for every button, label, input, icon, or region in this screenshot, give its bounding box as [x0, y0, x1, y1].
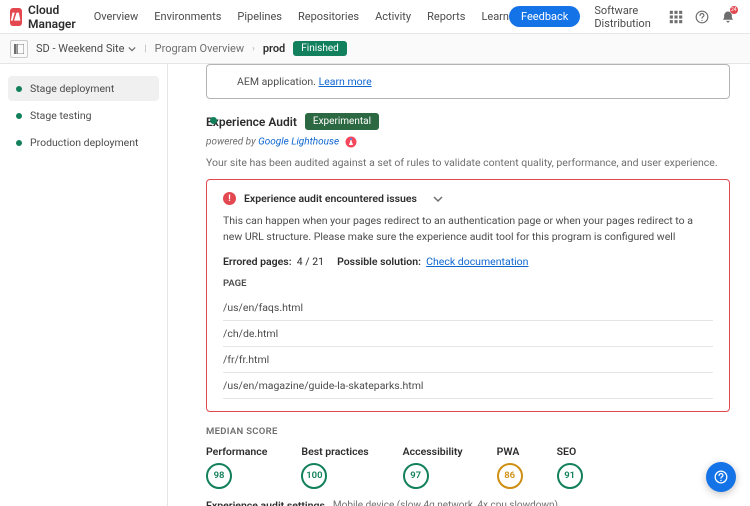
main-content: AEM application. Learn more Experience A…: [168, 64, 750, 506]
breadcrumb-prod[interactable]: prod: [263, 42, 285, 55]
timeline-dot-icon: [210, 117, 217, 124]
notifications-icon[interactable]: 24: [721, 9, 735, 25]
score-seo: SEO 91: [557, 445, 583, 489]
notification-count-badge: 24: [730, 6, 738, 14]
app-name: Cloud Manager: [28, 3, 76, 31]
status-dot-icon: [16, 140, 22, 146]
top-nav: Overview Environments Pipelines Reposito…: [94, 10, 509, 23]
experimental-badge: Experimental: [305, 113, 379, 130]
score-ring: 97: [403, 463, 429, 489]
chevron-down-icon: [433, 194, 443, 204]
rail-toggle-icon[interactable]: [10, 40, 28, 58]
nav-environments[interactable]: Environments: [154, 10, 221, 23]
breadcrumb-program[interactable]: Program Overview: [155, 42, 244, 55]
errored-page-row: /us/en/magazine/guide-la-skateparks.html: [223, 373, 713, 399]
breadcrumb-bar: SD - Weekend Site | Program Overview › p…: [0, 34, 750, 64]
lighthouse-link[interactable]: Google Lighthouse: [258, 137, 339, 148]
audit-description: Your site has been audited against a set…: [206, 156, 730, 169]
nav-overview[interactable]: Overview: [94, 10, 139, 23]
lighthouse-logo-icon: [345, 136, 357, 148]
status-dot-icon: [16, 113, 22, 119]
nav-repositories[interactable]: Repositories: [298, 10, 359, 23]
site-name: SD - Weekend Site: [36, 42, 124, 55]
nav-activity[interactable]: Activity: [375, 10, 411, 23]
errored-page-row: /fr/fr.html: [223, 347, 713, 373]
sidebar-item-stage-deployment[interactable]: Stage deployment: [8, 76, 159, 101]
score-ring: 98: [206, 463, 232, 489]
score-performance: Performance 98: [206, 445, 267, 489]
status-badge: Finished: [293, 41, 347, 56]
software-distribution-link[interactable]: Software Distribution: [594, 4, 650, 30]
score-best-practices: Best practices 100: [301, 445, 368, 489]
sidebar-item-production-deployment[interactable]: Production deployment: [8, 130, 159, 155]
check-documentation-link[interactable]: Check documentation: [426, 255, 528, 268]
status-dot-icon: [16, 86, 22, 92]
nav-reports[interactable]: Reports: [427, 10, 465, 23]
feedback-button[interactable]: Feedback: [509, 6, 580, 27]
previous-info-box: AEM application. Learn more: [206, 64, 730, 99]
score-ring: 100: [301, 463, 327, 489]
nav-pipelines[interactable]: Pipelines: [237, 10, 282, 23]
stage-sidebar: Stage deployment Stage testing Productio…: [0, 64, 168, 506]
adobe-logo-icon: [10, 8, 22, 26]
alert-error-icon: !: [223, 192, 236, 205]
top-bar: Cloud Manager Overview Environments Pipe…: [0, 0, 750, 34]
median-score-header: MEDIAN SCORE: [206, 426, 730, 437]
site-selector[interactable]: SD - Weekend Site: [36, 42, 136, 55]
apps-grid-icon[interactable]: [669, 9, 683, 25]
section-title-experience-audit: Experience Audit: [206, 115, 297, 129]
alert-meta: Errored pages: 4 / 21 Possible solution:…: [223, 255, 713, 268]
score-accessibility: Accessibility 97: [403, 445, 463, 489]
sidebar-item-stage-testing[interactable]: Stage testing: [8, 103, 159, 128]
help-fab-button[interactable]: [706, 462, 736, 492]
errored-page-row: /ch/de.html: [223, 321, 713, 347]
score-pwa: PWA 86: [497, 445, 523, 489]
score-ring: 91: [557, 463, 583, 489]
nav-learn[interactable]: Learn: [481, 10, 509, 23]
score-row: Performance 98 Best practices 100 Access…: [206, 445, 730, 489]
audit-settings-row: Experience audit settings Mobile device …: [206, 499, 730, 506]
score-ring: 86: [497, 463, 523, 489]
alert-toggle[interactable]: ! Experience audit encountered issues: [223, 192, 713, 205]
issues-alert: ! Experience audit encountered issues Th…: [206, 179, 730, 412]
alert-body: This can happen when your pages redirect…: [223, 213, 713, 245]
powered-by: powered by Google Lighthouse: [206, 136, 730, 148]
pages-column-header: PAGE: [223, 278, 713, 289]
learn-more-link[interactable]: Learn more: [319, 75, 372, 88]
chevron-down-icon: [128, 45, 136, 53]
errored-page-row: /us/en/faqs.html: [223, 295, 713, 321]
help-icon[interactable]: [695, 9, 709, 25]
